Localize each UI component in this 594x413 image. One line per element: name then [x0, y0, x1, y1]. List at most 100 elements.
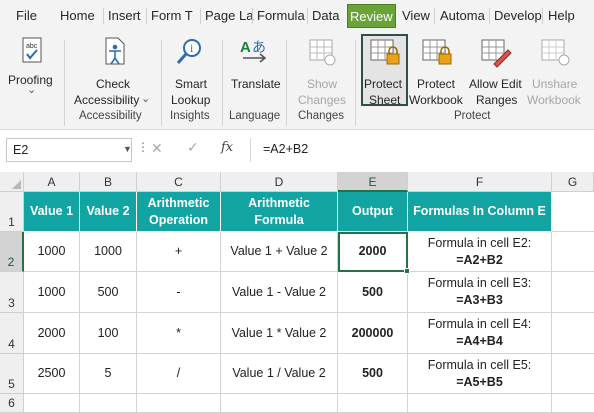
protect-sheet-button[interactable]: Protect Sheet [363, 36, 406, 108]
tab-insert[interactable]: Insert [108, 0, 141, 32]
cell-c3[interactable]: - [137, 272, 221, 313]
name-box[interactable]: E2 ▼ [6, 138, 132, 162]
cell-d2[interactable]: Value 1 + Value 2 [221, 232, 338, 272]
chevron-down-icon[interactable]: ▼ [123, 144, 132, 154]
show-changes-icon [309, 39, 336, 66]
show-changes-button[interactable]: Show Changes [292, 36, 352, 108]
cell-a2[interactable]: 1000 [24, 232, 80, 272]
menu-divider [146, 8, 147, 24]
menu-divider [307, 8, 308, 24]
cell-f6[interactable] [408, 394, 552, 413]
header-cell-output[interactable]: Output [338, 192, 408, 232]
cancel-icon[interactable]: ✕ [151, 140, 163, 157]
row-header-6[interactable]: 6 [0, 394, 24, 413]
tab-format[interactable]: Form T [151, 0, 193, 32]
group-label-changes: Changes [298, 110, 345, 122]
protect-sheet-label-1: Protect [364, 77, 403, 91]
cell-g6[interactable] [552, 394, 594, 413]
svg-text:A: A [240, 39, 251, 56]
smart-lookup-label-2: Lookup [171, 93, 211, 107]
select-all-button[interactable] [0, 172, 24, 192]
formula-input[interactable]: =A2+B2 [250, 138, 590, 162]
cell-b2[interactable]: 1000 [80, 232, 137, 272]
translate-button[interactable]: A あ Translate [227, 36, 283, 108]
enter-icon[interactable]: ✓ [187, 139, 199, 156]
tab-home[interactable]: Home [60, 0, 95, 32]
cell-d6[interactable] [221, 394, 338, 413]
formula-note: Formula in cell E4: [427, 317, 532, 331]
cell-c6[interactable] [137, 394, 221, 413]
formula-note: Formula in cell E5: [427, 357, 532, 372]
tab-help[interactable]: Help [548, 0, 575, 32]
cell-c4[interactable]: * [137, 313, 221, 354]
insert-function-icon[interactable]: fx [221, 140, 233, 155]
header-cell-arithmetic-operation[interactable]: Arithmetic Operation [137, 192, 221, 232]
cell-c5[interactable]: / [137, 354, 221, 394]
tab-view[interactable]: View [402, 0, 430, 32]
tab-file[interactable]: File [16, 0, 37, 32]
empty-cell[interactable] [552, 232, 594, 272]
column-header-e[interactable]: E [338, 172, 408, 192]
allow-edit-ranges-label-1: Allow Edit [469, 77, 522, 91]
protect-workbook-button[interactable]: Protect Workbook [408, 36, 466, 108]
column-header-c[interactable]: C [137, 172, 221, 192]
smart-lookup-button[interactable]: i Smart Lookup [165, 36, 215, 108]
menu-divider [542, 8, 543, 24]
cell-b3[interactable]: 500 [80, 272, 137, 313]
allow-edit-ranges-button[interactable]: Allow Edit Ranges [466, 36, 526, 108]
cell-e5[interactable]: 500 [338, 354, 408, 394]
column-header-g[interactable]: G [552, 172, 594, 192]
unshare-workbook-button[interactable]: Unshare Workbook [527, 36, 585, 108]
row-header-2[interactable]: 2 [0, 232, 24, 272]
cell-f2[interactable]: Formula in cell E2: =A2+B2 [408, 232, 552, 272]
empty-cell[interactable] [552, 272, 594, 313]
cell-e3[interactable]: 500 [338, 272, 408, 313]
tab-automate[interactable]: Automa [440, 0, 485, 32]
cell-f3[interactable]: Formula in cell E3: =A3+B3 [408, 272, 552, 313]
cell-a5[interactable]: 2500 [24, 354, 80, 394]
cell-d3[interactable]: Value 1 - Value 2 [221, 272, 338, 313]
header-cell-value-1[interactable]: Value 1 [24, 192, 80, 232]
header-cell-arithmetic-formula[interactable]: Arithmetic Formula [221, 192, 338, 232]
tab-page-layout[interactable]: Page La [205, 0, 253, 32]
cell-b4[interactable]: 100 [80, 313, 137, 354]
row-header-1[interactable]: 1 [0, 192, 24, 232]
column-header-f[interactable]: F [408, 172, 552, 192]
chevron-down-icon: ⌄ [27, 84, 37, 96]
row-header-5[interactable]: 5 [0, 354, 24, 394]
header-cell-value-2[interactable]: Value 2 [80, 192, 137, 232]
empty-cell[interactable] [552, 192, 594, 232]
cell-f5[interactable]: Formula in cell E5: =A5+B5 [408, 354, 552, 394]
cell-b6[interactable] [80, 394, 137, 413]
tab-review[interactable]: Review [347, 4, 396, 28]
row-header-3[interactable]: 3 [0, 272, 24, 313]
header-cell-formulas-in-column-e[interactable]: Formulas In Column E [408, 192, 552, 232]
cell-e6[interactable] [338, 394, 408, 413]
cell-f4[interactable]: Formula in cell E4: =A4+B4 [408, 313, 552, 354]
tab-data[interactable]: Data [312, 0, 339, 32]
menu-divider [200, 8, 201, 24]
more-options-icon[interactable]: ⋮ [137, 140, 149, 154]
empty-cell[interactable] [552, 354, 594, 394]
svg-text:あ: あ [252, 40, 266, 56]
column-header-d[interactable]: D [221, 172, 338, 192]
cell-a3[interactable]: 1000 [24, 272, 80, 313]
fill-handle[interactable] [404, 268, 410, 274]
row-header-4[interactable]: 4 [0, 313, 24, 354]
proofing-button[interactable]: abc Proofing ⌄ [6, 36, 56, 108]
column-header-b[interactable]: B [80, 172, 137, 192]
tab-formulas[interactable]: Formula [257, 0, 305, 32]
check-accessibility-button[interactable]: Check Accessibility ⌄ [70, 36, 158, 108]
tab-developer[interactable]: Develop [494, 0, 542, 32]
empty-cell[interactable] [552, 313, 594, 354]
header-text: Operation [148, 212, 209, 227]
column-header-a[interactable]: A [24, 172, 80, 192]
cell-a6[interactable] [24, 394, 80, 413]
cell-b5[interactable]: 5 [80, 354, 137, 394]
cell-e4[interactable]: 200000 [338, 313, 408, 354]
unshare-workbook-icon [541, 39, 570, 66]
cell-d5[interactable]: Value 1 / Value 2 [221, 354, 338, 394]
cell-d4[interactable]: Value 1 * Value 2 [221, 313, 338, 354]
cell-a4[interactable]: 2000 [24, 313, 80, 354]
cell-c2[interactable]: + [137, 232, 221, 272]
